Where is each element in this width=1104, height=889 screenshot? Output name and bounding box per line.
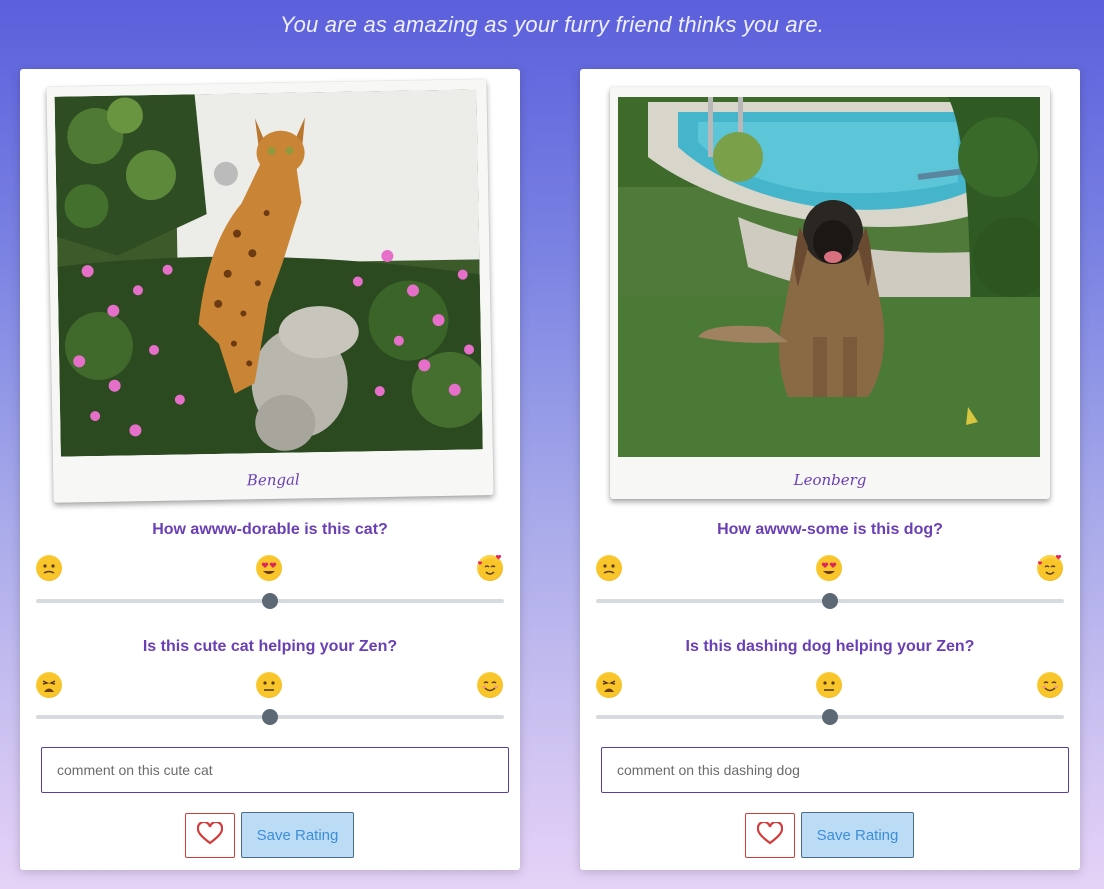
pet-photo-frame: Bengal bbox=[46, 79, 494, 503]
pet-caption: Bengal bbox=[246, 470, 300, 490]
cat-card: Bengal How awww-dorable is this cat? Is … bbox=[20, 69, 520, 870]
cuteness-slider[interactable] bbox=[36, 593, 504, 609]
save-rating-button[interactable]: Save Rating bbox=[801, 812, 914, 858]
zen-slider[interactable] bbox=[596, 709, 1064, 725]
emoji-scale-cuteness bbox=[596, 555, 1066, 583]
weary-face-icon bbox=[36, 672, 62, 698]
question-zen: Is this cute cat helping your Zen? bbox=[142, 638, 398, 655]
heart-eyes-face-icon bbox=[816, 555, 842, 581]
dog-card: Leonberg How awww-some is this dog? Is t… bbox=[580, 69, 1080, 870]
heart-eyes-face-icon bbox=[256, 555, 282, 581]
smiling-face-icon bbox=[477, 672, 503, 698]
comment-input[interactable] bbox=[601, 747, 1069, 793]
tagline: You are as amazing as your furry friend … bbox=[279, 12, 825, 37]
question-cuteness: How awww-dorable is this cat? bbox=[152, 521, 388, 538]
neutral-face-icon bbox=[816, 672, 842, 698]
save-rating-button[interactable]: Save Rating bbox=[241, 812, 354, 858]
slider-thumb[interactable] bbox=[822, 593, 838, 609]
favorite-button[interactable] bbox=[185, 813, 235, 858]
emoji-scale-cuteness bbox=[36, 555, 506, 583]
slider-thumb[interactable] bbox=[822, 709, 838, 725]
favorite-button[interactable] bbox=[745, 813, 795, 858]
smiling-face-with-hearts-icon bbox=[477, 555, 503, 581]
emoji-scale-zen bbox=[36, 672, 506, 700]
smiling-face-with-hearts-icon bbox=[1037, 555, 1063, 581]
zen-slider[interactable] bbox=[36, 709, 504, 725]
question-zen: Is this dashing dog helping your Zen? bbox=[685, 638, 975, 655]
slider-thumb[interactable] bbox=[262, 709, 278, 725]
emoji-scale-zen bbox=[596, 672, 1066, 700]
weary-face-icon bbox=[596, 672, 622, 698]
cat-photo bbox=[54, 89, 483, 457]
cuteness-slider[interactable] bbox=[596, 593, 1064, 609]
neutral-face-icon bbox=[256, 672, 282, 698]
dog-photo bbox=[618, 97, 1040, 457]
pet-photo-frame: Leonberg bbox=[610, 87, 1050, 499]
heart-icon bbox=[756, 820, 784, 849]
confused-face-icon bbox=[596, 555, 622, 581]
slider-thumb[interactable] bbox=[262, 593, 278, 609]
pet-caption: Leonberg bbox=[793, 471, 867, 489]
heart-icon bbox=[196, 820, 224, 849]
question-cuteness: How awww-some is this dog? bbox=[717, 521, 943, 538]
smiling-face-icon bbox=[1037, 672, 1063, 698]
confused-face-icon bbox=[36, 555, 62, 581]
comment-input[interactable] bbox=[41, 747, 509, 793]
